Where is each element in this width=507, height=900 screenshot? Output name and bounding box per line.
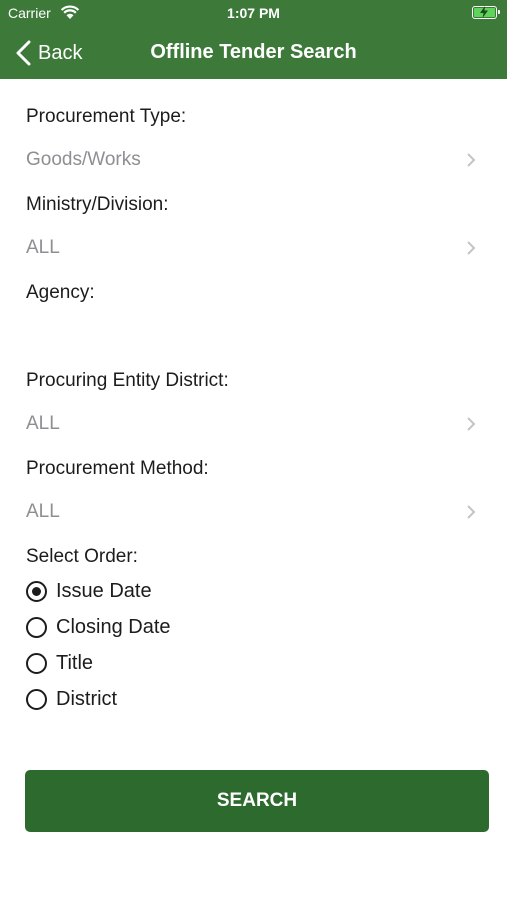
status-time: 1:07 PM (227, 5, 280, 21)
ministry-selector[interactable]: ALL (0, 228, 507, 268)
method-selector[interactable]: ALL (0, 492, 507, 532)
district-selector[interactable]: ALL (0, 404, 507, 444)
radio-issue-date[interactable]: Issue Date (26, 576, 152, 606)
select-order-label: Select Order: (26, 546, 138, 567)
radio-selected-icon (26, 580, 47, 602)
radio-label: Title (56, 651, 94, 674)
search-button[interactable]: SEARCH (25, 770, 489, 832)
chevron-right-icon (467, 417, 476, 431)
district-label: Procuring Entity District: (26, 370, 229, 391)
agency-selector[interactable] (0, 316, 507, 356)
radio-closing-date[interactable]: Closing Date (26, 612, 171, 642)
chevron-right-icon (467, 505, 476, 519)
agency-label: Agency: (26, 282, 95, 303)
radio-label: Closing Date (56, 615, 171, 638)
procurement-type-selector[interactable]: Goods/Works (0, 140, 507, 180)
chevron-right-icon (467, 153, 476, 167)
radio-unselected-icon (26, 688, 47, 710)
method-label: Procurement Method: (26, 458, 209, 479)
ministry-label: Ministry/Division: (26, 194, 169, 215)
battery-icon (472, 6, 500, 19)
radio-title[interactable]: Title (26, 648, 93, 678)
chevron-right-icon (467, 241, 476, 255)
radio-label: District (56, 687, 118, 710)
page-title: Offline Tender Search (150, 41, 357, 63)
radio-label: Issue Date (56, 579, 152, 602)
ministry-value: ALL (26, 237, 60, 258)
district-value: ALL (26, 413, 60, 434)
navigation-bar: Back Offline Tender Search (0, 28, 507, 79)
status-bar: Carrier 1:07 PM (0, 0, 507, 28)
radio-district[interactable]: District (26, 684, 117, 714)
method-value: ALL (26, 501, 60, 522)
header-bar: Carrier 1:07 PM Back Offline Tender Sear… (0, 0, 507, 79)
procurement-type-label: Procurement Type: (26, 106, 187, 127)
radio-unselected-icon (26, 616, 47, 638)
radio-unselected-icon (26, 652, 47, 674)
procurement-type-value: Goods/Works (26, 149, 141, 170)
